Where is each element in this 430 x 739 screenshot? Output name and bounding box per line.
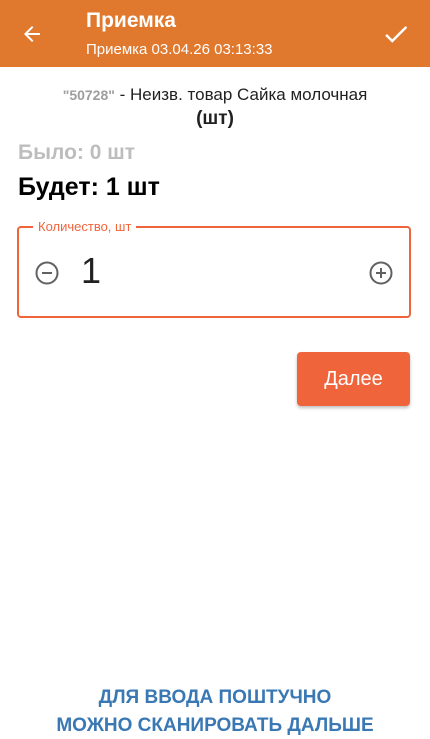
quantity-field-label: Количество, шт	[33, 219, 137, 234]
receiving-screen: Приемка Приемка 03.04.26 03:13:33 "50728…	[0, 0, 430, 739]
was-quantity: Было: 0 шт	[18, 141, 136, 164]
decrement-button[interactable]	[34, 260, 60, 286]
scan-hint-line-1: ДЛЯ ВВОДА ПОШТУЧНО	[98, 687, 332, 708]
will-quantity: Будет: 1 шт	[18, 173, 160, 201]
product-unit: (шт)	[196, 108, 234, 129]
next-button[interactable]: Далее	[297, 352, 410, 406]
scan-hint: ДЛЯ ВВОДА ПОШТУЧНО МОЖНО СКАНИРОВАТЬ ДАЛ…	[0, 684, 430, 739]
scan-hint-line-2: МОЖНО СКАНИРОВАТЬ ДАЛЬШЕ	[56, 715, 374, 736]
plus-circle-icon	[369, 261, 393, 285]
product-code: "50728"	[62, 87, 115, 103]
check-icon	[385, 26, 408, 43]
document-subtitle: Приемка 03.04.26 03:13:33	[86, 41, 273, 58]
product-name: Неизв. товар Сайка молочная	[130, 85, 368, 104]
quantity-field[interactable]: Количество, шт 1	[17, 219, 411, 318]
top-app-bar: Приемка Приемка 03.04.26 03:13:33	[0, 0, 430, 67]
quantity-value[interactable]: 1	[81, 250, 101, 292]
minus-circle-icon	[35, 261, 59, 285]
confirm-button[interactable]	[376, 14, 416, 54]
product-info: "50728" - Неизв. товар Сайка молочная (ш…	[0, 84, 430, 130]
screen-title: Приемка	[86, 9, 176, 32]
increment-button[interactable]	[368, 260, 394, 286]
back-button[interactable]	[12, 14, 52, 54]
arrow-left-icon	[24, 26, 40, 42]
product-separator: -	[114, 85, 131, 104]
